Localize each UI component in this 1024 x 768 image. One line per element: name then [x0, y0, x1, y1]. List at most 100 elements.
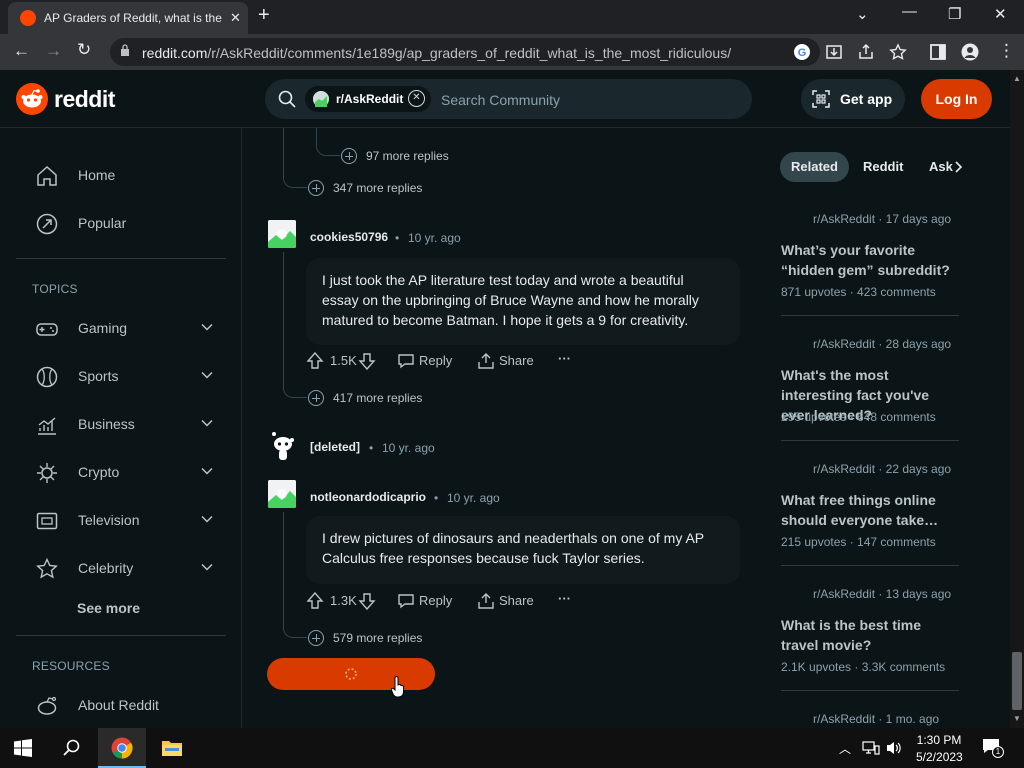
related-post-card[interactable]: r/AskReddit · 1 mo. ago — [781, 712, 959, 728]
reply-icon[interactable] — [397, 592, 415, 610]
sidebar-item-label: Home — [78, 167, 116, 183]
browser-menu-icon[interactable]: ⋮ — [998, 41, 1015, 61]
url-bar[interactable]: reddit.com/r/AskReddit/comments/1e189g/a… — [110, 38, 820, 66]
see-more-button[interactable]: See more — [77, 600, 140, 616]
load-more-comments-button[interactable] — [267, 658, 435, 690]
get-app-label: Get app — [840, 91, 893, 107]
upvote-icon[interactable] — [306, 592, 324, 610]
card-divider — [781, 315, 959, 316]
related-post-stats: 295 upvotes · 648 comments — [781, 410, 936, 424]
login-button[interactable]: Log In — [921, 79, 992, 119]
browser-tab[interactable]: AP Graders of Reddit, what is the ✕ — [8, 2, 248, 34]
sidebar-item-crypto[interactable]: Crypto — [0, 450, 240, 494]
new-tab-icon[interactable]: + — [258, 4, 270, 27]
clock-time[interactable]: 1:30 PM — [916, 733, 962, 747]
sidebar-item-television[interactable]: Television — [0, 498, 240, 542]
sidebar-item-about-reddit[interactable]: About Reddit — [0, 683, 240, 727]
side-panel-icon[interactable] — [929, 43, 947, 61]
related-post-title[interactable]: What’s your favorite “hidden gem” subred… — [781, 240, 959, 280]
scroll-down-icon[interactable]: ▼ — [1013, 714, 1021, 723]
related-post-card[interactable]: r/AskReddit · 22 days ago What free thin… — [781, 462, 959, 566]
sidebar-item-popular[interactable]: Popular — [0, 201, 240, 245]
share-button[interactable]: Share — [499, 353, 534, 368]
more-options-icon[interactable]: ··· — [558, 351, 571, 366]
dot-separator: • — [369, 441, 374, 455]
sidebar-item-sports[interactable]: Sports — [0, 354, 240, 398]
related-post-card[interactable]: r/AskReddit · 17 days ago What’s your fa… — [781, 212, 959, 316]
share-button[interactable]: Share — [499, 593, 534, 608]
file-explorer-icon[interactable] — [161, 738, 183, 758]
taskbar-search-icon[interactable] — [63, 739, 81, 757]
back-icon[interactable]: ← — [13, 41, 30, 61]
comment-author[interactable]: notleonardodicaprio — [310, 490, 426, 504]
downvote-icon[interactable] — [358, 592, 376, 610]
chevron-down-icon — [201, 467, 213, 475]
windows-start-icon[interactable] — [14, 739, 32, 757]
notifications-button[interactable]: 1 — [982, 738, 1004, 758]
sidebar-item-gaming[interactable]: Gaming — [0, 306, 240, 350]
reload-icon[interactable]: ↻ — [77, 40, 91, 60]
sidebar-item-home[interactable]: Home — [0, 153, 240, 197]
reddit-logo-icon[interactable] — [16, 83, 48, 115]
chevron-down-icon — [201, 515, 213, 523]
window-close-icon[interactable]: ✕ — [994, 5, 1007, 23]
clock-date[interactable]: 5/2/2023 — [916, 750, 963, 764]
thread-line — [283, 380, 307, 398]
thread-line — [283, 252, 284, 390]
minimize-icon[interactable]: — — [902, 3, 917, 20]
comment-avatar[interactable] — [268, 480, 296, 508]
bookmark-star-icon[interactable] — [889, 43, 907, 61]
card-divider — [781, 440, 959, 441]
related-post-card[interactable]: r/AskReddit · 28 days ago What's the mos… — [781, 337, 959, 441]
chevron-down-icon — [201, 563, 213, 571]
sidebar-item-label: Celebrity — [78, 560, 134, 576]
scroll-up-icon[interactable]: ▲ — [1013, 74, 1021, 83]
tab-search-chevron-icon[interactable]: ⌄ — [856, 5, 869, 23]
comment-author[interactable]: cookies50796 — [310, 230, 388, 244]
sidebar-item-business[interactable]: Business — [0, 402, 240, 446]
resources-heading: RESOURCES — [32, 659, 110, 673]
comment-time: 10 yr. ago — [408, 231, 461, 245]
comment-author: [deleted] — [310, 440, 361, 454]
reply-button[interactable]: Reply — [419, 593, 452, 608]
share-icon[interactable] — [477, 352, 495, 370]
related-post-title[interactable]: What is the best time travel movie? — [781, 615, 959, 655]
profile-icon[interactable] — [961, 43, 979, 61]
remove-community-icon[interactable]: ✕ — [408, 90, 425, 107]
network-icon[interactable] — [862, 740, 880, 756]
taskbar-chrome[interactable] — [98, 728, 146, 768]
comment-avatar[interactable] — [268, 220, 296, 248]
plus-circle-icon — [308, 390, 324, 406]
reply-icon[interactable] — [397, 352, 415, 370]
reddit-wordmark[interactable]: reddit — [54, 86, 115, 113]
sidebar-item-celebrity[interactable]: Celebrity — [0, 546, 240, 590]
share-icon[interactable] — [477, 592, 495, 610]
tray-chevron-icon[interactable]: ︿ — [839, 740, 851, 757]
sidebar-item-label: Gaming — [78, 320, 128, 336]
notification-count: 1 — [992, 746, 1004, 758]
tab-close-icon[interactable]: ✕ — [230, 10, 241, 26]
tab-reddit[interactable]: Reddit — [852, 152, 914, 182]
sidebar-item-label: Television — [78, 512, 140, 528]
ball-icon — [36, 366, 58, 388]
google-icon[interactable]: G — [793, 43, 811, 61]
chevron-down-icon — [201, 371, 213, 379]
forward-icon[interactable]: → — [45, 41, 62, 61]
tab-related[interactable]: Related — [780, 152, 849, 182]
popular-icon — [36, 213, 58, 235]
page-scrollbar[interactable]: ▲ ▼ — [1010, 70, 1024, 728]
install-icon[interactable] — [825, 43, 843, 61]
related-post-title[interactable]: What free things online should everyone … — [781, 490, 959, 530]
more-options-icon[interactable]: ··· — [558, 591, 571, 606]
chevron-right-icon[interactable] — [953, 160, 965, 174]
share-page-icon[interactable] — [857, 43, 875, 61]
scrollbar-thumb[interactable] — [1012, 652, 1022, 710]
downvote-icon[interactable] — [358, 352, 376, 370]
related-post-card[interactable]: r/AskReddit · 13 days ago What is the be… — [781, 587, 959, 691]
reply-button[interactable]: Reply — [419, 353, 452, 368]
related-tabs: Related Reddit Ask — [780, 152, 970, 184]
upvote-icon[interactable] — [306, 352, 324, 370]
comment-time: 10 yr. ago — [382, 441, 435, 455]
restore-icon[interactable]: ❐ — [948, 5, 961, 23]
volume-icon[interactable] — [886, 740, 902, 756]
